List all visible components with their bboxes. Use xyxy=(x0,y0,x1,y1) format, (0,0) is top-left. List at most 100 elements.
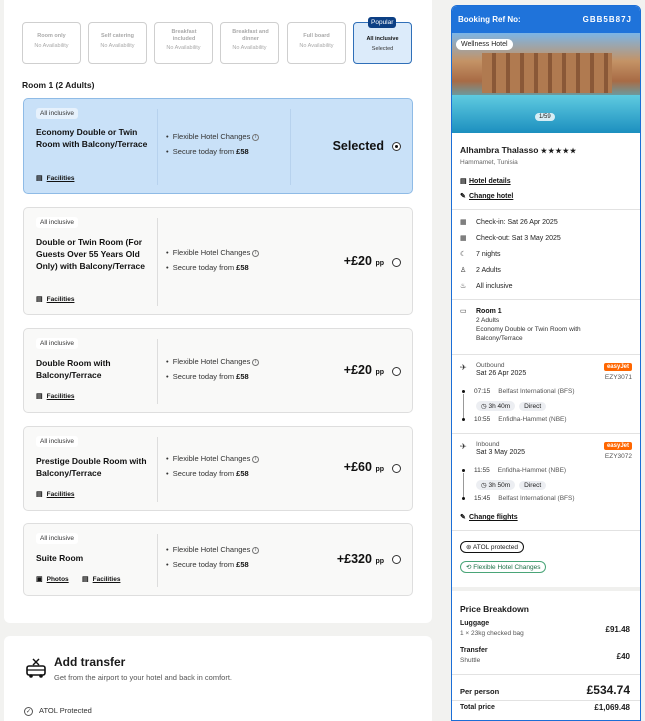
outbound-duration: ◷ 3h 40m Direct xyxy=(476,401,550,411)
photos-link[interactable]: ▣ Photos xyxy=(36,575,69,583)
feature-secure: Secure today from xyxy=(172,469,235,478)
room-option-card[interactable]: All inclusive Suite Room ▣ Photos ▤ Facili… xyxy=(23,523,413,596)
board-status: No Availability xyxy=(166,45,201,51)
info-icon[interactable]: i xyxy=(252,358,260,366)
room-option-card[interactable]: All inclusive Double Room with Balcony/T… xyxy=(23,328,413,413)
room-radio[interactable] xyxy=(392,555,401,564)
change-flights-link[interactable]: ✎ Change flights xyxy=(460,513,518,521)
room-name: Economy Double or Twin Room with Balcony… xyxy=(36,127,148,149)
cutlery-icon: ♨ xyxy=(460,283,467,290)
room-option-card[interactable]: All inclusive Prestige Double Room with … xyxy=(23,426,413,511)
transfer-panel: Add transfer Get from the airport to you… xyxy=(4,636,432,721)
board-status: No Availability xyxy=(299,42,334,49)
outbound-arrival: 10:55 Enfidha-Hammet (NBE) xyxy=(462,416,567,423)
divider xyxy=(452,530,640,531)
board-self-catering[interactable]: Self catering No Availability xyxy=(88,22,147,64)
board-name: All inclusive xyxy=(366,36,399,42)
checkin-date: ▦ Check-in: Sat 26 Apr 2025 xyxy=(460,219,558,226)
change-hotel-link[interactable]: ✎ Change hotel xyxy=(460,192,513,200)
room-heading: Room 1 (2 Adults) xyxy=(22,80,95,90)
wellness-tag: Wellness Hotel xyxy=(456,39,513,50)
facilities-link[interactable]: ▤ Facilities xyxy=(36,490,74,498)
room-name: Suite Room xyxy=(36,553,84,563)
board-breakfast-dinner[interactable]: Breakfast and dinner No Availability xyxy=(220,22,279,64)
board-name: Self catering xyxy=(100,33,134,39)
hotel-building-image xyxy=(482,53,612,93)
board-breakfast-included[interactable]: Breakfast included No Availability xyxy=(154,22,213,64)
room-radio[interactable] xyxy=(392,258,401,267)
secure-amount: £58 xyxy=(236,469,249,478)
facilities-link[interactable]: ▤ Facilities xyxy=(82,575,120,583)
room-radio[interactable] xyxy=(392,142,401,151)
booking-ref-header: Booking Ref No: GBB5B87J xyxy=(452,6,640,33)
booking-ref-label: Booking Ref No: xyxy=(458,15,521,24)
document-icon: ▤ xyxy=(36,491,43,498)
divider xyxy=(452,433,640,434)
divider xyxy=(157,109,158,185)
outbound-label: Outbound xyxy=(476,362,505,369)
room-price: +£320 pp xyxy=(336,552,384,566)
feature-flexible: Flexible Hotel Changes xyxy=(172,132,251,141)
board-full-board[interactable]: Full board No Availability xyxy=(287,22,346,64)
image-icon: ▣ xyxy=(36,576,43,583)
airline-logo: easyJet xyxy=(603,363,632,371)
total-value: £1,069.48 xyxy=(594,703,630,712)
room-name: Double Room with Balcony/Terrace xyxy=(36,358,111,380)
calendar-icon: ▦ xyxy=(460,219,467,226)
room-features: • Flexible Hotel Changes i • Secure today… xyxy=(166,451,260,481)
room-option-card[interactable]: All inclusive Double or Twin Room (For G… xyxy=(23,207,413,315)
flexible-changes-badge: ⟲ Flexible Hotel Changes xyxy=(460,561,547,573)
document-icon: ▤ xyxy=(36,175,43,182)
room-price: +£60 pp xyxy=(343,460,384,474)
hotel-location: Hammamet, Tunisia xyxy=(460,159,518,166)
board-tag: All inclusive xyxy=(36,338,78,349)
board-all-inclusive[interactable]: Popular All inclusive Selected xyxy=(353,17,412,64)
outbound-date: Sat 26 Apr 2025 xyxy=(476,370,527,377)
divider xyxy=(157,437,158,502)
transfer-value: £40 xyxy=(616,652,630,661)
info-icon[interactable]: i xyxy=(252,546,260,554)
board-room-only[interactable]: Room only No Availability xyxy=(22,22,81,64)
board-status: No Availability xyxy=(34,42,69,49)
popular-badge: Popular xyxy=(368,17,397,28)
info-icon[interactable]: i xyxy=(252,455,260,463)
board-status: No Availability xyxy=(232,45,267,51)
luggage-value: £91.48 xyxy=(605,625,630,634)
divider xyxy=(157,218,158,306)
info-icon[interactable]: i xyxy=(252,133,260,141)
nights: ☾ 7 nights xyxy=(460,251,501,258)
hotel-photo[interactable]: Wellness Hotel 1/59 xyxy=(452,33,640,133)
facilities-link[interactable]: ▤ Facilities xyxy=(36,174,74,182)
plane-icon: ✈ xyxy=(460,363,467,372)
inbound-departure: 11:55 Enfidha-Hammet (NBE) xyxy=(462,467,566,474)
moon-icon: ☾ xyxy=(460,251,467,258)
room-label: Room 1 xyxy=(476,308,502,315)
room-features: • Flexible Hotel Changes i • Secure today… xyxy=(166,354,260,384)
hotel-details-link[interactable]: ▤ Hotel details xyxy=(460,177,511,185)
check-circle-icon: ✓ xyxy=(24,707,33,716)
info-icon[interactable]: i xyxy=(252,249,260,257)
atol-badge: ⊛ ATOL protected xyxy=(460,541,524,553)
room-adults: 2 Adults xyxy=(476,317,500,324)
room-option-card[interactable]: All inclusive Economy Double or Twin Roo… xyxy=(23,98,413,194)
secure-amount: £58 xyxy=(236,263,249,272)
checkout-date: ▦ Check-out: Sat 3 May 2025 xyxy=(460,235,561,242)
board-tag: All inclusive xyxy=(36,436,78,447)
feature-secure: Secure today from xyxy=(172,263,235,272)
inbound-date: Sat 3 May 2025 xyxy=(476,449,526,456)
facilities-link[interactable]: ▤ Facilities xyxy=(36,392,74,400)
room-radio[interactable] xyxy=(392,464,401,473)
divider xyxy=(157,534,158,587)
room-radio[interactable] xyxy=(392,367,401,376)
facilities-link[interactable]: ▤ Facilities xyxy=(36,295,74,303)
pencil-icon: ✎ xyxy=(460,193,466,200)
luggage-label: Luggage xyxy=(460,620,490,627)
room-type: Economy Double or Twin Room with Balcony… xyxy=(476,326,581,342)
outbound-departure: 07:15 Belfast International (BFS) xyxy=(462,388,575,395)
per-person-value: £534.74 xyxy=(586,683,630,697)
booking-ref-number: GBB5B87J xyxy=(582,15,632,24)
inbound-label: Inbound xyxy=(476,441,500,448)
document-icon: ▤ xyxy=(82,576,89,583)
room-price: Selected xyxy=(332,139,384,153)
board-type: ♨ All inclusive xyxy=(460,283,513,290)
